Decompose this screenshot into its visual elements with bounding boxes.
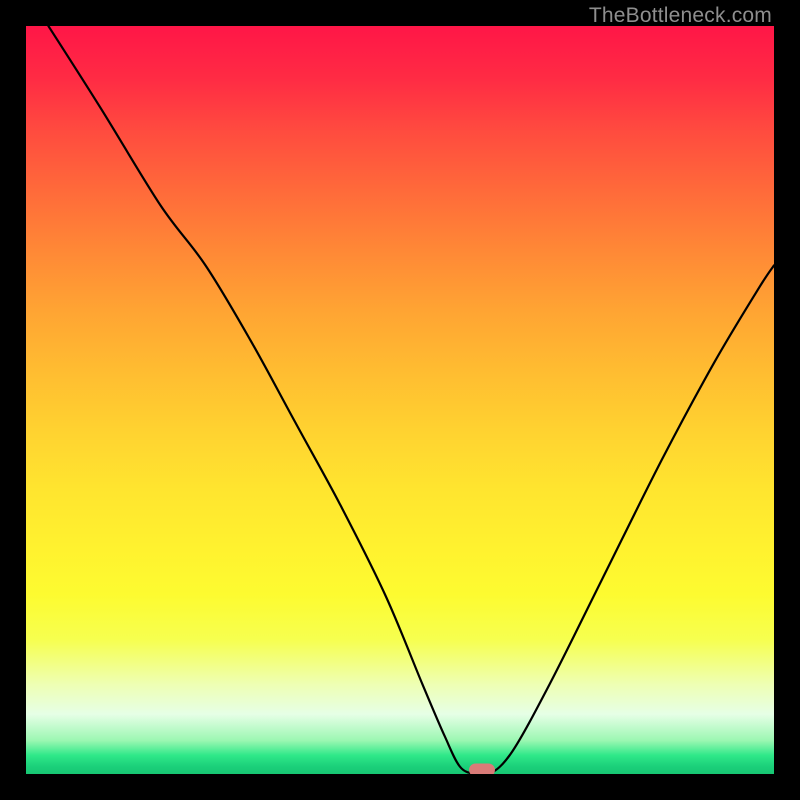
curve-layer [26, 26, 774, 774]
optimal-marker [469, 764, 495, 775]
watermark-text: TheBottleneck.com [589, 4, 772, 28]
chart-frame: TheBottleneck.com [0, 0, 800, 800]
plot-area [26, 26, 774, 774]
bottleneck-curve [48, 26, 774, 774]
